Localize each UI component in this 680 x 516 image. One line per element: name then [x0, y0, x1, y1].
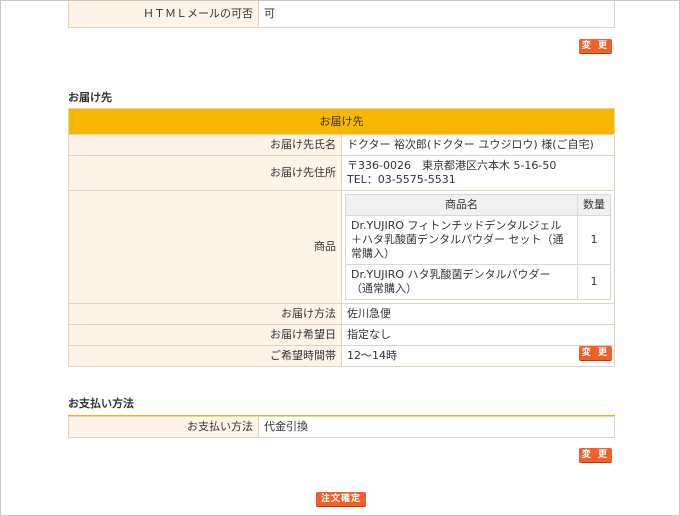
delivery-name-value: ドクター 裕次郎(ドクター ユウジロウ) 様(ご自宅) [341, 134, 615, 156]
edit-payment-button[interactable]: 変 更 [579, 448, 612, 462]
payment-row: お支払い方法 代金引換 [68, 416, 615, 438]
delivery-method-value: 佐川急便 [341, 303, 615, 325]
delivery-address-value: 〒336-0026 東京都港区六本木 5-16-50 TEL：03-5575-5… [341, 155, 615, 191]
payment-table-wrap: お支払い方法 代金引換 [68, 416, 615, 438]
payment-section-title: お支払い方法 [68, 395, 615, 417]
page-frame: ＨＴＭＬメールの可否 可 変 更 お届け先 お届け先 お届け先氏名 ドクター 裕… [0, 0, 680, 516]
payment-value: 代金引換 [258, 416, 615, 438]
edit-delivery-button[interactable]: 変 更 [579, 346, 612, 360]
delivery-time-value: 12〜14時 [341, 345, 615, 367]
confirm-order-button[interactable]: 注文確定 [316, 492, 366, 506]
delivery-products-label: 商品 [68, 190, 342, 304]
payment-table: お支払い方法 代金引換 [68, 416, 615, 438]
delivery-method-row: お届け方法 佐川急便 [68, 303, 615, 325]
mail-table: ＨＴＭＬメールの可否 可 [68, 1, 615, 28]
address-line-1: 〒336-0026 東京都港区六本木 5-16-50 [347, 159, 557, 172]
product-name: Dr.YUJIRO フィトンチッドデンタルジェル＋ハタ乳酸菌デンタルパウダー セ… [345, 215, 578, 265]
delivery-table: お届け先 お届け先氏名 ドクター 裕次郎(ドクター ユウジロウ) 様(ご自宅) … [68, 108, 615, 367]
delivery-time-label: ご希望時間帯 [68, 345, 342, 367]
product-qty: 1 [577, 264, 611, 300]
delivery-name-row: お届け先氏名 ドクター 裕次郎(ドクター ユウジロウ) 様(ご自宅) [68, 134, 615, 156]
products-table: 商品名 数量 Dr.YUJIRO フィトンチッドデンタルジェル＋ハタ乳酸菌デンタ… [345, 194, 611, 300]
product-row: Dr.YUJIRO ハタ乳酸菌デンタルパウダー（通常購入） 1 [345, 264, 611, 300]
html-mail-row: ＨＴＭＬメールの可否 可 [68, 1, 615, 28]
delivery-table-wrap: お届け先 お届け先氏名 ドクター 裕次郎(ドクター ユウジロウ) 様(ご自宅) … [68, 108, 615, 367]
delivery-time-row: ご希望時間帯 12〜14時 [68, 345, 615, 367]
product-name: Dr.YUJIRO ハタ乳酸菌デンタルパウダー（通常購入） [345, 264, 578, 300]
delivery-date-row: お届け希望日 指定なし [68, 324, 615, 346]
delivery-date-value: 指定なし [341, 324, 615, 346]
payment-label: お支払い方法 [68, 416, 259, 438]
delivery-products-row: 商品 商品名 数量 Dr.YUJIRO フィトンチッドデンタルジェル＋ハタ乳酸菌… [68, 190, 615, 304]
delivery-method-label: お届け方法 [68, 303, 342, 325]
address-line-2: TEL：03-5575-5531 [347, 173, 456, 186]
delivery-address-label: お届け先住所 [68, 155, 342, 191]
html-mail-value: 可 [258, 1, 615, 28]
edit-mail-button[interactable]: 変 更 [579, 39, 612, 53]
mail-table-wrap: ＨＴＭＬメールの可否 可 [68, 1, 615, 28]
html-mail-label: ＨＴＭＬメールの可否 [68, 1, 259, 28]
product-row: Dr.YUJIRO フィトンチッドデンタルジェル＋ハタ乳酸菌デンタルパウダー セ… [345, 215, 611, 265]
product-qty-header: 数量 [577, 194, 611, 216]
delivery-date-label: お届け希望日 [68, 324, 342, 346]
delivery-name-label: お届け先氏名 [68, 134, 342, 156]
product-qty: 1 [577, 215, 611, 265]
delivery-header: お届け先 [68, 108, 615, 135]
delivery-address-row: お届け先住所 〒336-0026 東京都港区六本木 5-16-50 TEL：03… [68, 155, 615, 191]
product-name-header: 商品名 [345, 194, 578, 216]
